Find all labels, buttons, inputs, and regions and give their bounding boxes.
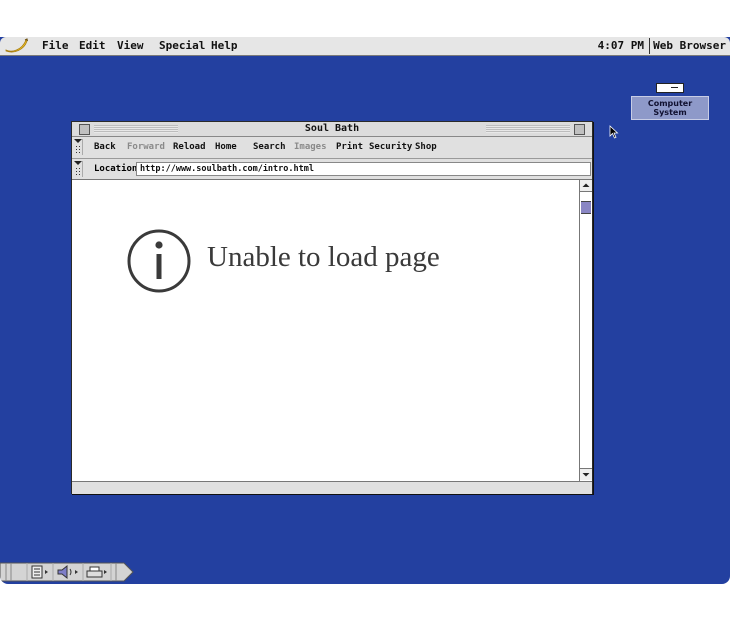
info-icon (127, 229, 191, 293)
vertical-scrollbar[interactable] (579, 180, 592, 481)
shop-button[interactable]: Shop (415, 142, 437, 152)
application-menu[interactable]: Web Browser (653, 39, 726, 52)
location-label: Location (94, 164, 138, 174)
search-button[interactable]: Search (253, 142, 286, 152)
print-button[interactable]: Print (336, 142, 363, 152)
images-button[interactable]: Images (294, 142, 327, 152)
menu-divider (649, 38, 650, 54)
menu-help[interactable]: Help (211, 39, 238, 52)
menu-bar: File Edit View Special Help 4:07 PM Web … (0, 37, 730, 56)
home-button[interactable]: Home (215, 142, 237, 152)
navigation-toolbar: Back Forward Reload Home Search Images P… (72, 137, 592, 159)
page-content: Unable to load page (72, 180, 579, 481)
desktop-icon-label: Computer System (631, 96, 709, 120)
banana-menu-icon[interactable] (4, 38, 28, 54)
location-bar: Location (72, 159, 592, 180)
security-button[interactable]: Security (369, 142, 412, 152)
computer-system-icon (656, 83, 684, 93)
title-bar-stripes (486, 125, 570, 133)
forward-button[interactable]: Forward (127, 142, 165, 152)
control-strip[interactable] (0, 562, 134, 582)
menu-clock[interactable]: 4:07 PM (598, 39, 644, 52)
title-bar[interactable]: Soul Bath (72, 122, 592, 137)
scroll-thumb[interactable] (581, 201, 591, 214)
status-bar (72, 481, 592, 494)
zoom-box-icon[interactable] (574, 124, 585, 135)
reload-button[interactable]: Reload (173, 142, 206, 152)
menu-file[interactable]: File (42, 39, 69, 52)
mouse-pointer-icon (609, 125, 619, 139)
scroll-down-arrow-icon[interactable] (580, 468, 592, 480)
toolbar-collapse-grip-icon[interactable] (74, 139, 83, 155)
url-input[interactable] (136, 162, 591, 176)
desktop-icon-computer-system[interactable]: Computer System (631, 83, 709, 120)
menu-edit[interactable]: Edit (79, 39, 106, 52)
error-message: Unable to load page (207, 241, 440, 273)
desktop: File Edit View Special Help 4:07 PM Web … (0, 37, 730, 584)
menu-view[interactable]: View (117, 39, 144, 52)
browser-window: Soul Bath Back Forward Reload Home Searc… (71, 121, 593, 494)
location-bar-collapse-grip-icon[interactable] (74, 161, 83, 177)
scroll-up-arrow-icon[interactable] (580, 180, 592, 192)
back-button[interactable]: Back (94, 142, 116, 152)
menu-special[interactable]: Special (159, 39, 205, 52)
